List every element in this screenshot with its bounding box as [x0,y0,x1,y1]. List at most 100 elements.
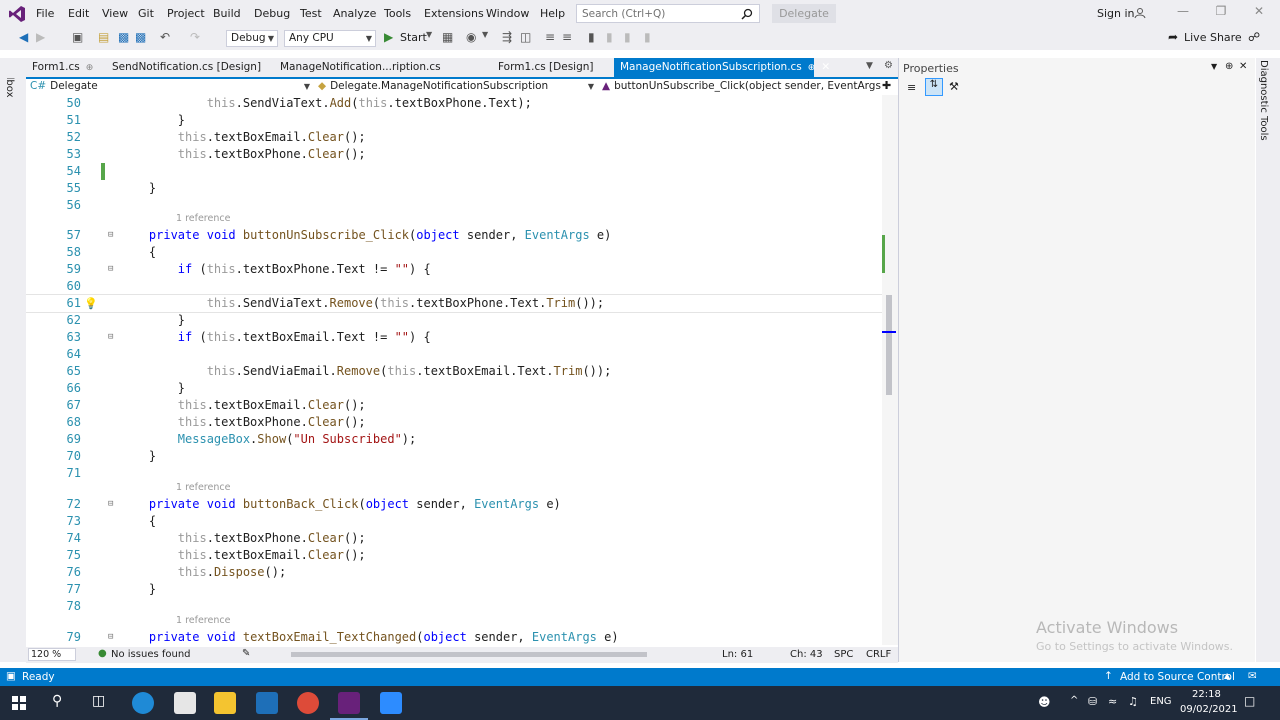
zoom-icon[interactable] [380,692,402,714]
menu-tools[interactable]: Tools [384,7,411,20]
bookmark-icon[interactable]: ▮ [588,30,595,44]
spacing-indicator[interactable]: SPC [834,649,853,660]
clear-bookmarks-icon[interactable]: ▮ [644,30,651,44]
dropdown-icon[interactable]: ▼ [482,30,488,39]
code-line[interactable]: 75 this.textBoxEmail.Clear(); [26,547,882,564]
class-dropdown[interactable]: ◆ Delegate.ManageNotificationSubscription… [314,79,600,94]
code-line[interactable]: 64 [26,346,882,363]
next-bookmark-icon[interactable]: ▮ [624,30,631,44]
code-line[interactable]: 73 { [26,513,882,530]
brush-icon[interactable]: ✎ [242,648,250,659]
save-icon[interactable]: ▩ [118,30,129,44]
settings-gear-icon[interactable]: ⚙ [884,60,893,71]
pin-icon[interactable]: ⊕ [1225,61,1233,72]
codelens-references[interactable]: 1 reference [176,212,230,226]
add-to-source-control-button[interactable]: Add to Source Control [1120,671,1235,683]
start-button[interactable]: Start [400,31,427,44]
code-line[interactable]: 68 this.textBoxPhone.Clear(); [26,414,882,431]
menu-edit[interactable]: Edit [68,7,89,20]
code-line[interactable]: 63 ⊟ if (this.textBoxEmail.Text != "") { [26,329,882,346]
tab-form1-cs[interactable]: Form1.cs ⊕ [26,58,106,77]
feedback-icon[interactable]: ☍ [1248,30,1260,44]
navigate-back-icon[interactable]: ◀ [19,30,28,44]
file-explorer-icon[interactable] [214,692,236,714]
code-line[interactable]: 78 [26,598,882,615]
code-line[interactable]: 74 this.textBoxPhone.Clear(); [26,530,882,547]
tab-sendnotification-design[interactable]: SendNotification.cs [Design] [106,58,274,77]
notifications-icon[interactable]: ✉ [1248,670,1257,682]
menu-view[interactable]: View [102,7,128,20]
wifi-icon[interactable]: ≈ [1108,695,1117,708]
code-line[interactable]: 72 ⊟ private void buttonBack_Click(object… [26,496,882,513]
collapse-region-icon[interactable]: ⊟ [108,227,113,244]
menu-git[interactable]: Git [138,7,154,20]
code-line[interactable]: 77 } [26,581,882,598]
alphabetical-icon[interactable]: ⇅ [925,78,943,96]
prev-bookmark-icon[interactable]: ▮ [606,30,613,44]
menu-test[interactable]: Test [300,7,322,20]
configuration-select[interactable]: Debug ▼ [226,30,278,47]
codelens-references[interactable]: 1 reference [176,481,230,495]
collapse-region-icon[interactable]: ⊟ [108,629,113,645]
indent-icon[interactable]: ≡ [545,30,555,44]
people-icon[interactable]: ☻ [1038,695,1051,709]
tray-chevron-up-icon[interactable]: ^ [1070,695,1078,706]
menu-build[interactable]: Build [213,7,241,20]
line-ending-indicator[interactable]: CRLF [866,649,891,660]
pin-icon[interactable]: ⊕ [808,63,816,73]
close-tab-icon[interactable]: ✕ [821,61,830,73]
language-indicator[interactable]: ENG [1150,696,1172,707]
navigate-forward-icon[interactable]: ▶ [36,30,45,44]
code-line[interactable]: 59 ⊟ if (this.textBoxPhone.Text != "") { [26,261,882,278]
close-window-icon[interactable]: ✕ [1244,4,1274,18]
menu-extensions[interactable]: Extensions [424,7,484,20]
live-share-button[interactable]: Live Share [1184,31,1242,44]
code-line[interactable]: 57 ⊟ private void buttonUnSubscribe_Click… [26,227,882,244]
collapse-region-icon[interactable]: ⊟ [108,329,113,346]
codelens-references[interactable]: 1 reference [176,614,230,628]
code-line[interactable]: 66 } [26,380,882,397]
platform-select[interactable]: Any CPU ▼ [284,30,376,47]
code-line[interactable]: 65 this.SendViaEmail.Remove(this.textBox… [26,363,882,380]
browser-link-icon[interactable]: ◉ [466,30,476,44]
account-icon[interactable] [1134,7,1146,19]
categorized-icon[interactable]: ≡ [907,81,916,94]
restore-icon[interactable]: ❐ [1206,4,1236,18]
mail-icon[interactable] [256,692,278,714]
close-panel-icon[interactable]: ✕ [1239,61,1247,72]
tab-overflow-icon[interactable]: ▼ [866,61,873,71]
pin-icon[interactable]: ⊕ [86,63,94,73]
member-dropdown[interactable]: ▲ buttonUnSubscribe_Click(object sender, … [598,79,888,107]
code-editor[interactable]: 50 this.SendViaText.Add(this.textBoxPhon… [26,95,882,645]
menu-project[interactable]: Project [167,7,205,20]
store-icon[interactable] [174,692,196,714]
code-line[interactable]: 79 ⊟ private void textBoxEmail_TextChange… [26,629,882,645]
hot-reload-icon[interactable]: ▦ [442,30,453,44]
visual-studio-taskbar-icon[interactable] [338,692,360,714]
code-line[interactable]: 60 [26,278,882,295]
menu-debug[interactable]: Debug [254,7,290,20]
edge-icon[interactable] [132,692,154,714]
outdent-icon[interactable]: ≡ [562,30,572,44]
code-line[interactable]: 50 this.SendViaText.Add(this.textBoxPhon… [26,95,882,112]
code-line[interactable]: 71 [26,465,882,482]
sign-in-link[interactable]: Sign in [1097,7,1135,20]
menu-file[interactable]: File [36,7,54,20]
split-editor-icon[interactable]: ✚ [882,79,891,92]
horizontal-scroll-thumb[interactable] [291,652,647,657]
output-icon[interactable]: ▣ [6,670,16,682]
new-project-icon[interactable]: ▣ [72,30,83,44]
start-icon[interactable]: ▶ [384,30,393,44]
code-line[interactable]: 51 } [26,112,882,129]
issues-status[interactable]: No issues found [111,649,191,660]
lightbulb-icon[interactable]: 💡 [84,295,98,312]
code-line[interactable]: 53 this.textBoxPhone.Clear(); [26,146,882,163]
action-center-icon[interactable]: □ [1244,694,1255,708]
layout-icon[interactable]: ◫ [520,30,531,44]
tab-form1-design[interactable]: Form1.cs [Design] [492,58,612,77]
code-line[interactable]: 69 MessageBox.Show("Un Subscribed"); [26,431,882,448]
start-dropdown-icon[interactable]: ▼ [426,30,432,39]
tab-managenotification-design[interactable]: ManageNotification...ription.cs [Design] [274,58,492,92]
scroll-thumb[interactable] [886,295,892,395]
code-line[interactable]: 61 💡 this.SendViaText.Remove(this.textBox… [26,294,882,313]
